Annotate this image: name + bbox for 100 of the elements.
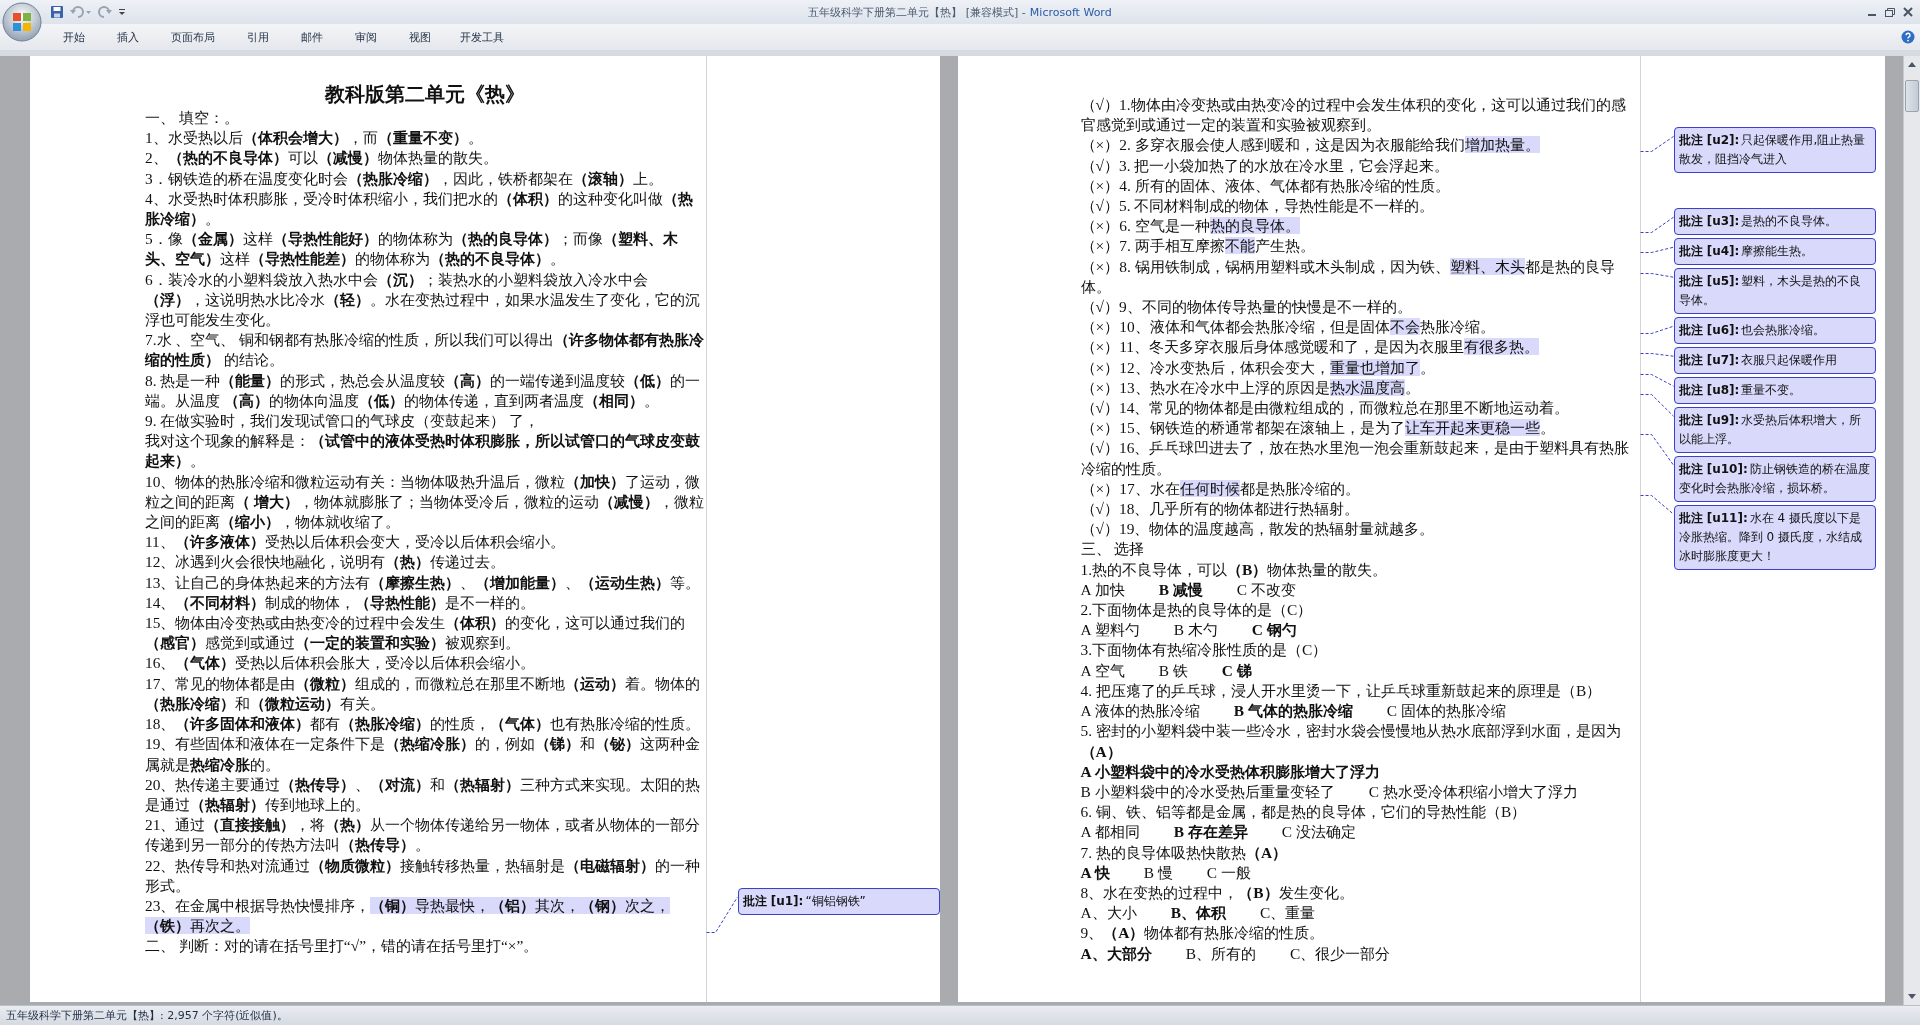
restore-icon[interactable] (1884, 6, 1896, 18)
answer-option: C 一般 (1206, 862, 1251, 883)
ribbon-tab[interactable]: 开始 (47, 26, 101, 48)
leader-line (1640, 394, 1675, 417)
leader-line (1640, 216, 1675, 233)
comment-balloon[interactable]: 批注 [u7]: 衣服只起保暖作用 (1673, 347, 1876, 375)
answer-option: B、体积 (1170, 903, 1226, 924)
document-title: 教科版第二单元《热》 (324, 82, 527, 107)
fill-in-item: 20、热传递主要通过（热传导）、（对流）和（热辐射）三种方式来实现。太阳的热是通过（热辐射）传到地球上的。 (145, 774, 702, 815)
ribbon-tab[interactable]: 视图 (393, 26, 447, 48)
close-icon[interactable] (1902, 6, 1914, 18)
comment-balloon[interactable]: 批注 [u5]: 塑料，木头是热的不良导体。 (1673, 268, 1876, 315)
fill-in-item: 10、物体的热胀冷缩和微粒运动有关：当物体吸热升温后，微粒（加快）了运动，微粒之间的距离（ 增大），物体就膨胀了；当物体受冷后，微粒的运动（减慢），微粒之间的距离（缩小），物体就收缩了。 (145, 471, 705, 533)
fill-in-item: 6．装冷水的小塑料袋放入热水中会（沉）；装热水的小塑料袋放入冷水中会（浮），这说明热水比冷水（轻）。水在变热过程中，如果水温发生了变化，它的沉浮也可能发生变化。 (145, 269, 701, 331)
answer-option: C、很少一部分 (1289, 943, 1391, 964)
judgment-item: （×）17、水在任何时候都是热胀冷缩的。 (1080, 478, 1361, 499)
question-text: 4. 把压瘪了的乒乓球，浸人开水里烫一下，让乒乓球重新鼓起来的原理是（B） (1080, 680, 1603, 701)
comment-balloon[interactable]: 批注 [u9]: 水受热后体积增大，所以能上浮。 (1673, 407, 1876, 454)
answer-option: C 没法确定 (1281, 822, 1356, 843)
answer-option: B 气体的热胀冷缩 (1233, 701, 1353, 722)
answer-option: C 不改变 (1236, 579, 1296, 601)
answer-option: B、所有的 (1185, 943, 1256, 964)
answer-option: B 小塑料袋中的冷水受热后重量变轻了 (1080, 781, 1335, 803)
fill-in-item: 23、在金属中根据导热快慢排序，（铜）导热最快，（铝）其次，（钢）次之，（铁）再次之。 (145, 895, 672, 937)
save-icon[interactable] (50, 5, 64, 19)
comment-balloon[interactable]: 批注 [u8]: 重量不变。 (1673, 377, 1876, 405)
fill-in-item: 2、（热的不良导体）可以（减慢）物体热量的散失。 (145, 148, 499, 169)
judgment-item: （√）16、乒乓球凹进去了，放在热水里泡一泡会重新鼓起来，是由于塑料具有热胀冷缩的性质。 (1080, 438, 1631, 479)
answer-option: A 都相同 (1080, 822, 1140, 843)
question-text: 9、（A）物体都有热胀冷缩的性质。 (1080, 923, 1326, 944)
fill-in-item: 7.水 、空气、 铜和钢都有热胀冷缩的性质，所以我们可以得出（许多物体都有热胀冷缩的性质） 的结论。 (145, 330, 706, 371)
ribbon-tab[interactable]: 引用 (231, 26, 285, 48)
leader-line (1640, 246, 1675, 253)
judgment-item: （×）4. 所有的固体、液体、气体都有热胀冷缩的性质。 (1080, 175, 1451, 196)
judgment-item: （√）1.物体由冷变热或由热变冷的过程中会发生体积的变化，这可以通过我们的感官感觉到或通过一定的装置和实验被观察到。 (1080, 95, 1627, 136)
question-text: 3.下面物体有热缩冷胀性质的是（C） (1080, 640, 1329, 661)
question-text: 2.下面物体是热的良导体的是（C） (1080, 600, 1314, 621)
judgment-item: （√）19、物体的温度越高，散发的热辐射量就越多。 (1080, 519, 1436, 540)
judgment-item: （×）13、热水在冷水中上浮的原因是热水温度高。 (1080, 377, 1421, 398)
fill-in-item: 1、水受热以后（体积会增大），而（重量不变）。 (145, 128, 484, 149)
answer-option: C 固体的热胀冷缩 (1386, 701, 1506, 722)
leader-line (1640, 353, 1675, 357)
judgment-item: （×）15、钢铁造的桥通常都架在滚轴上，是为了让车开起来更稳一些。 (1080, 418, 1556, 439)
help-icon[interactable] (1901, 30, 1915, 44)
answer-option: B 减慢 (1158, 579, 1203, 601)
scrollbar-thumb[interactable] (1905, 80, 1920, 112)
judgment-item: （√）5. 不同材料制成的物体，导热性能是不一样的。 (1080, 196, 1436, 216)
comment-balloon[interactable]: 批注 [u6]: 也会热胀冷缩。 (1673, 317, 1876, 345)
question-text: 8、水在变热的过程中，（B）发生变化。 (1080, 882, 1355, 903)
fill-in-item: 19、有些固体和液体在一定条件下是（热缩冷胀）的，例如（锑）和（铋）这两种金属就是热缩冷胀的。 (145, 734, 702, 775)
fill-in-item: 4、水受热时体积膨胀，受冷时体积缩小，我们把水的（体积）的这种变化叫做（热胀冷缩）。 (145, 188, 694, 229)
judgment-item: （×）8. 锅用铁制成，锅柄用塑料或木头制成，因为铁、塑料、木头都是热的良导体。 (1080, 256, 1616, 297)
answer-option: C 热水受冷体积缩小增大了浮力 (1368, 781, 1578, 803)
leader-line (1640, 374, 1675, 387)
answer-option: A、大小 (1080, 903, 1137, 924)
answer-option: A 液体的热胀冷缩 (1080, 701, 1200, 722)
fill-in-item: 21、通过（直接接触），将（热）从一个物体传递给另一物体，或者从物体的一部分传递到另一部分的传热方法叫（热传导）。 (145, 815, 702, 856)
judgment-item: （×）2. 多穿衣服会使人感到暖和，这是因为衣服能给我们增加热量。 (1080, 135, 1541, 156)
question-text: 7. 热的良导体吸热快散热（A） (1080, 842, 1289, 863)
ribbon-tab[interactable]: 插入 (101, 26, 155, 48)
vertical-scrollbar[interactable] (1903, 56, 1920, 1005)
leader-line (1640, 135, 1675, 152)
fill-in-item: 22、热传导和热对流通过（物质微粒）接触转移热量，热辐射是（电磁辐射）的一种形式。 (145, 855, 702, 896)
ribbon-tab[interactable]: 审阅 (339, 26, 393, 48)
answer-option: C、重量 (1259, 903, 1316, 924)
question-text: 1.热的不良导体，可以（B）物体热量的散失。 (1080, 559, 1389, 580)
fill-in-item: 5．像（金属）这样（导热性能好）的物体称为（热的良导体）；而像（塑料、木头、空气）这样（导热性能差）的物体称为（热的不良导体）。 (145, 229, 679, 270)
fill-in-item: 我对这个现象的解释是：（试管中的液体受热时体积膨胀，所以试管口的气球皮变鼓起来）。 (145, 431, 701, 472)
section-heading: 三、 选择 (1080, 539, 1146, 560)
fill-in-item: 12、冰遇到火会很快地融化，说明有（热）传递过去。 (145, 552, 507, 573)
answer-option: B 铁 (1158, 660, 1188, 681)
answer-option: A 小塑料袋中的冷水受热体积膨胀增大了浮力 (1080, 761, 1380, 782)
leader-line (1640, 273, 1675, 278)
fill-in-item: 8. 热是一种（能量）的形式，热总会从温度较（高）的一端传递到温度较（低）的一端。从温度 （高）的物体向温度（低）的物体传递，直到两者温度（相同）。 (145, 370, 702, 411)
window-title: 五年级科学下册第二单元【热】 [兼容模式] - (808, 5, 1026, 19)
judgment-item: （×）12、冷水变热后，体积会变大，重量也增加了。 (1080, 357, 1436, 378)
fill-in-item: 9. 在做实验时，我们发现试管口的气球皮（变鼓起来） 了， (145, 411, 541, 432)
fill-in-item: 二、 判断：对的请在括号里打“√”，错的请在括号里打“×”。 (145, 936, 540, 957)
judgment-item: （√）18、几乎所有的物体都进行热辐射。 (1080, 499, 1361, 520)
status-text: 五年级科学下册第二单元【热】: 2,957 个字符(近似值)。 (6, 1008, 288, 1023)
answer-option: B 存在差异 (1173, 822, 1248, 843)
fill-in-item: 15、物体由冷变热或由热变冷的过程中会发生（体积）的变化，这可以通过我们的（感官）感觉到或通过（一定的装置和实验）被观察到。 (145, 613, 687, 654)
comment-balloon[interactable]: 批注 [u4]: 摩擦能生热。 (1673, 238, 1876, 266)
ribbon-tab[interactable]: 开发工具 (447, 26, 517, 48)
comment-balloon[interactable]: 批注 [u2]: 只起保暖作用,阻止热量散发，阻挡冷气进入 (1673, 127, 1876, 174)
fill-in-item: 18、（许多固体和液体）都有（热胀冷缩）的性质，（气体）也有热胀冷缩的性质。 (145, 714, 702, 735)
comment-balloon[interactable]: 批注 [u3]: 是热的不良导体。 (1673, 208, 1876, 236)
answer-option: C 钢勺 (1251, 620, 1297, 641)
fill-in-item: 16、（气体）受热以后体积会胀大，受冷以后体积会缩小。 (145, 653, 537, 674)
question-text: 6. 铜、铁、铝等都是金属，都是热的良导体，它们的导热性能（B） (1080, 802, 1528, 823)
comment-balloon[interactable]: 批注 [u10]: 防止钢铁造的桥在温度变化时会热胀冷缩，损坏桥。 (1673, 456, 1876, 503)
ribbon-tab[interactable]: 页面布局 (155, 26, 231, 48)
leader-line (1640, 434, 1675, 466)
comment-balloon[interactable]: 批注 [u11]: 水在 4 摄氏度以下是冷胀热缩。降到 0 摄氏度，水结成冰时膨胀度更大！ (1673, 505, 1876, 571)
answer-option: C 锑 (1221, 660, 1252, 681)
fill-in-item: 17、常见的物体都是由（微粒）组成的，而微粒总在那里不断地（运动）着。物体的（热胀冷缩）和（微粒运动）有关。 (145, 673, 702, 714)
comment-balloon[interactable]: 批注 [u1]: “铜铝钢铁” (737, 887, 940, 915)
ribbon-tab[interactable]: 邮件 (285, 26, 339, 48)
answer-option: B 慢 (1143, 862, 1173, 883)
answer-option: A 塑料勺 (1080, 620, 1140, 641)
